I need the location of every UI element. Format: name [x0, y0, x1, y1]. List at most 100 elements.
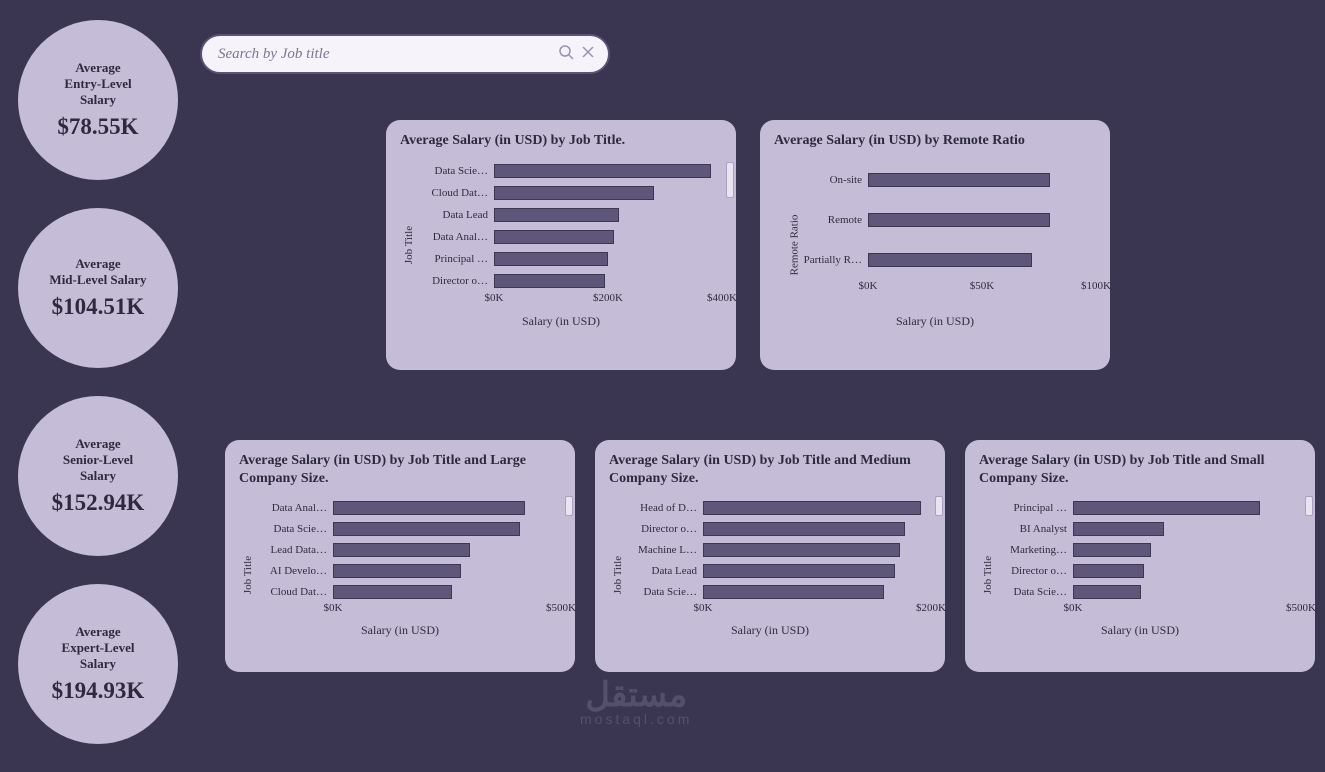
- bar: [1073, 501, 1260, 515]
- scrollbar-thumb[interactable]: [565, 496, 573, 516]
- axis-ticks: $0K$200K$400K: [494, 292, 722, 308]
- bar-track: [494, 273, 722, 289]
- axis-x-label: Salary (in USD): [774, 314, 1096, 329]
- scrollbar-thumb[interactable]: [726, 162, 734, 198]
- bar-track: [333, 521, 561, 537]
- kpi-value: $152.94K: [52, 490, 145, 516]
- search-input[interactable]: [218, 46, 558, 63]
- chart-title: Average Salary (in USD) by Job Title.: [400, 132, 722, 150]
- bar-track: [494, 207, 722, 223]
- kpi-value: $78.55K: [57, 114, 138, 140]
- kpi-value: $194.93K: [52, 678, 145, 704]
- bar-track: [494, 251, 722, 267]
- bar-category-label: Data Lead: [424, 209, 494, 221]
- bar-row: Head of D…: [633, 497, 931, 518]
- bar-category-label: Principal …: [1003, 502, 1073, 514]
- chart-bars: On-siteRemotePartially R…$0K$50K$100K: [798, 160, 1096, 310]
- chart-card-by-title[interactable]: Average Salary (in USD) by Job Title. Jo…: [386, 120, 736, 370]
- kpi-expert-level: Average Expert-Level Salary $194.93K: [18, 584, 178, 744]
- bar-track: [1073, 500, 1301, 516]
- bar-track: [1073, 584, 1301, 600]
- bar-track: [333, 542, 561, 558]
- bar-category-label: Marketing…: [1003, 544, 1073, 556]
- axis-tick: $0K: [694, 602, 713, 614]
- bar-category-label: BI Analyst: [1003, 523, 1073, 535]
- bar-category-label: Director o…: [1003, 565, 1073, 577]
- bar: [703, 543, 900, 557]
- axis-y-label: Job Title: [612, 555, 624, 593]
- bar: [1073, 585, 1141, 599]
- kpi-label: Average Expert-Level Salary: [62, 624, 135, 673]
- watermark-site: mostaql.com: [580, 711, 692, 727]
- axis-tick: $100K: [1081, 280, 1111, 292]
- bar-category-label: Director o…: [633, 523, 703, 535]
- chart-bars: Data Scie… Cloud Dat… Data Lead Data Anal…P…: [424, 160, 722, 310]
- axis-ticks: $0K$500K: [1073, 602, 1301, 618]
- bar-row: BI Analyst: [1003, 518, 1301, 539]
- bar: [703, 501, 921, 515]
- bar: [1073, 522, 1164, 536]
- axis-tick: $0K: [859, 280, 878, 292]
- bar: [333, 585, 452, 599]
- watermark-arabic: مستقل: [580, 680, 692, 711]
- bar-category-label: Data Scie…: [1003, 586, 1073, 598]
- chart-bars: Head of D…Director o…Machine L…Data Lead…: [633, 497, 931, 619]
- clear-icon[interactable]: [580, 44, 596, 65]
- bar-row: Principal …: [424, 248, 722, 270]
- bar: [494, 230, 614, 244]
- search-bar[interactable]: [200, 34, 610, 74]
- axis-tick: $400K: [707, 292, 737, 304]
- bar: [494, 252, 608, 266]
- axis-tick: $0K: [1064, 602, 1083, 614]
- bar-row: Data Lead: [633, 560, 931, 581]
- bar-category-label: Head of D…: [633, 502, 703, 514]
- bar: [494, 164, 711, 178]
- bar-row: AI Develo…: [263, 560, 561, 581]
- bar-row: Marketing…: [1003, 539, 1301, 560]
- bar-track: [868, 212, 1096, 228]
- bar-row: Data Scie…: [424, 160, 722, 182]
- axis-tick: $0K: [324, 602, 343, 614]
- axis-tick: $200K: [916, 602, 946, 614]
- bar-category-label: Remote: [798, 214, 868, 226]
- kpi-value: $104.51K: [52, 294, 145, 320]
- bar-track: [1073, 521, 1301, 537]
- scrollbar-thumb[interactable]: [935, 496, 943, 516]
- chart-card-large[interactable]: Average Salary (in USD) by Job Title and…: [225, 440, 575, 672]
- bar-row: Remote: [798, 200, 1096, 240]
- bar-category-label: Cloud Dat…: [263, 586, 333, 598]
- bar-category-label: Cloud Dat…: [424, 187, 494, 199]
- axis-tick: $0K: [485, 292, 504, 304]
- bar-category-label: Data Scie…: [633, 586, 703, 598]
- axis-tick: $50K: [970, 280, 994, 292]
- bar-row: Data Anal…: [424, 226, 722, 248]
- kpi-entry-level: Average Entry-Level Salary $78.55K: [18, 20, 178, 180]
- axis-tick: $500K: [546, 602, 576, 614]
- bar-row: On-site: [798, 160, 1096, 200]
- chart-card-small[interactable]: Average Salary (in USD) by Job Title and…: [965, 440, 1315, 672]
- chart-card-by-remote[interactable]: Average Salary (in USD) by Remote Ratio …: [760, 120, 1110, 370]
- search-icon[interactable]: [558, 44, 574, 65]
- kpi-label: Average Mid-Level Salary: [49, 256, 146, 289]
- bar-row: Director o…: [424, 270, 722, 292]
- bar-track: [333, 584, 561, 600]
- bar-track: [868, 172, 1096, 188]
- bar-row: Data Scie…: [263, 518, 561, 539]
- chart-card-medium[interactable]: Average Salary (in USD) by Job Title and…: [595, 440, 945, 672]
- bar-track: [494, 163, 722, 179]
- axis-ticks: $0K$50K$100K: [868, 280, 1096, 296]
- bar-track: [703, 521, 931, 537]
- axis-x-label: Salary (in USD): [979, 623, 1301, 638]
- axis-x-label: Salary (in USD): [609, 623, 931, 638]
- kpi-column: Average Entry-Level Salary $78.55K Avera…: [18, 20, 188, 772]
- bar-category-label: On-site: [798, 174, 868, 186]
- bar: [333, 501, 525, 515]
- axis-x-label: Salary (in USD): [400, 314, 722, 329]
- bar-track: [703, 563, 931, 579]
- axis-ticks: $0K$200K: [703, 602, 931, 618]
- scrollbar-thumb[interactable]: [1305, 496, 1313, 516]
- bar: [494, 274, 605, 288]
- bar-row: Principal …: [1003, 497, 1301, 518]
- bar-category-label: Data Scie…: [263, 523, 333, 535]
- axis-tick: $200K: [593, 292, 623, 304]
